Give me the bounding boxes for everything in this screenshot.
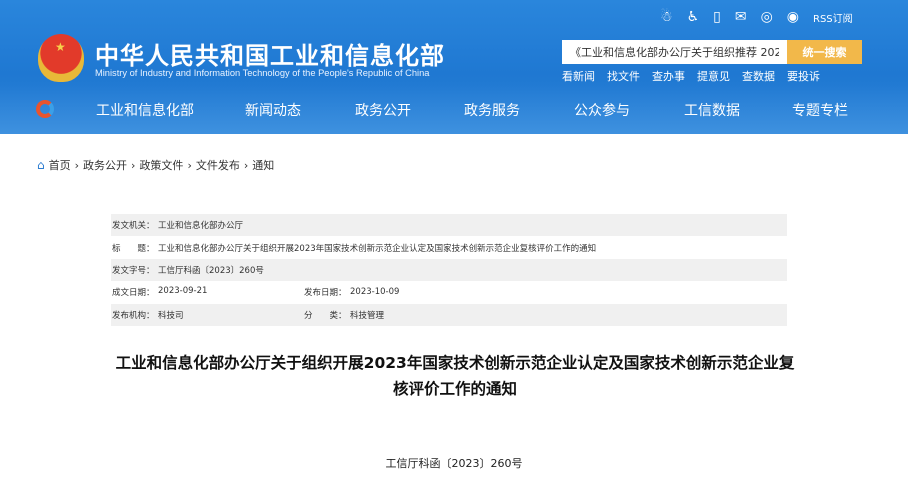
label: 发文字号： [112,265,155,276]
robot-icon[interactable]: ☃ [660,9,673,25]
chevron-right-icon: › [243,158,249,172]
accessibility-icon[interactable]: ♿ [687,9,700,25]
breadcrumb-item[interactable]: 政策文件 [139,157,183,173]
docno-value: 工信厅科函〔2023〕260号 [158,265,264,276]
published-date-value: 2023-10-09 [350,287,400,298]
nav-item[interactable]: 新闻动态 [245,100,301,120]
category-value: 科技管理 [350,310,385,321]
breadcrumb-item[interactable]: 首页 [49,157,71,173]
site-title-english: Ministry of Industry and Information Tec… [95,68,430,78]
document-title: 工业和信息化部办公厅关于组织开展2023年国家技术创新示范企业认定及国家技术创新… [115,354,795,398]
nav-item[interactable]: 公众参与 [574,100,630,120]
org-value: 科技司 [158,310,184,321]
mail-icon[interactable]: ✉ [735,9,747,25]
search-bar: 统一搜索 [562,40,862,64]
label: 成文日期： [112,288,155,299]
quick-link[interactable]: 看新闻 [562,68,595,84]
nav-item[interactable]: 专题专栏 [792,100,848,120]
quick-link[interactable]: 查办事 [652,68,685,84]
breadcrumb-item[interactable]: 文件发布 [196,157,240,173]
breadcrumb-item[interactable]: 政务公开 [83,157,127,173]
national-emblem-logo: ★ [38,34,84,82]
search-button[interactable]: 统一搜索 [787,40,862,64]
nav-item[interactable]: 政务公开 [355,100,411,120]
breadcrumb-item[interactable]: 通知 [252,157,274,173]
chevron-right-icon: › [131,158,136,172]
quick-link[interactable]: 提意见 [697,68,730,84]
document-metadata: 发文机关： 工业和信息化部办公厅 标 题： 工业和信息化部办公厅关于组织开展2023… [111,214,787,326]
mobile-icon[interactable]: ▯ [713,9,721,25]
quick-link[interactable]: 要投诉 [787,68,820,84]
label: 标 题： [112,243,155,254]
site-title: 中华人民共和国工业和信息化部 [95,42,445,70]
wechat-icon[interactable]: ◎ [761,9,773,25]
nav-item[interactable]: 工信数据 [684,100,740,120]
issuer-value: 工业和信息化部办公厅 [158,221,244,232]
chevron-right-icon: › [187,158,192,172]
document-number: 工信厅科函〔2023〕260号 [385,457,523,470]
title-value: 工业和信息化部办公厅关于组织开展2023年国家技术创新示范企业认定及国家技术创新… [158,243,597,254]
header-tools: ☃ ♿ ▯ ✉ ◎ ◉ RSS订阅 [660,9,853,25]
weibo-icon[interactable]: ◉ [787,9,799,25]
nav-item[interactable]: 政务服务 [464,100,520,120]
written-date-value: 2023-09-21 [158,286,208,297]
label: 发文机关： [112,221,155,232]
quick-link[interactable]: 找文件 [607,68,640,84]
site-header: ★ 中华人民共和国工业和信息化部 Ministry of Industry an… [0,0,908,134]
breadcrumb: ⌂ 首页 › 政务公开 › 政策文件 › 文件发布 › 通知 [37,157,274,173]
label: 分 类： [304,310,347,321]
nav-logo-icon[interactable] [36,100,54,118]
label: 发布日期： [304,288,347,299]
label: 发布机构： [112,310,155,321]
quick-link[interactable]: 查数据 [742,68,775,84]
nav-item[interactable]: 工业和信息化部 [96,100,194,120]
rss-link[interactable]: RSS订阅 [813,10,853,25]
home-icon[interactable]: ⌂ [37,158,45,172]
search-input[interactable] [562,40,787,64]
main-nav: 工业和信息化部 新闻动态 政务公开 政务服务 公众参与 工信数据 专题专栏 [0,94,908,124]
quick-links: 看新闻 找文件 查办事 提意见 查数据 要投诉 [562,68,820,84]
chevron-right-icon: › [74,158,80,172]
